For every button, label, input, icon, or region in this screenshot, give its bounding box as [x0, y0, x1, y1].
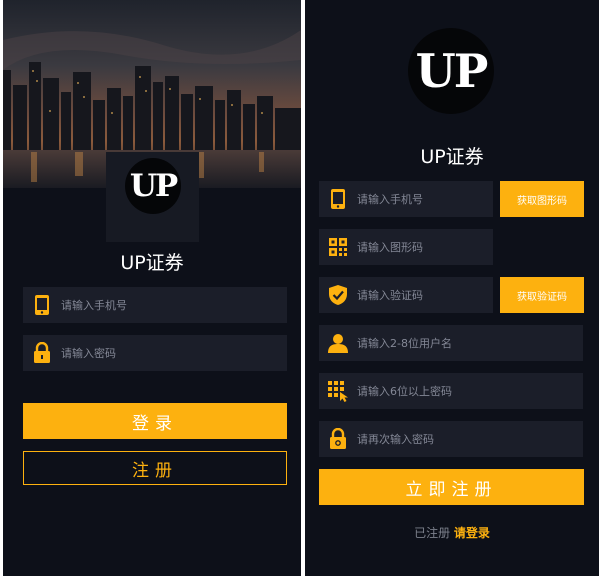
get-image-code-button[interactable]: 获取图形码: [500, 181, 584, 217]
password-input[interactable]: [61, 335, 287, 371]
shield-check-icon: [319, 277, 357, 313]
lock-icon: [319, 421, 357, 457]
username-field[interactable]: [319, 325, 583, 361]
app-logo: UP: [125, 158, 181, 214]
app-name: UP证券: [420, 146, 484, 168]
login-prompt: 已注册 请登录: [305, 524, 599, 541]
verify-code-input[interactable]: [357, 277, 493, 313]
username-input[interactable]: [357, 325, 583, 361]
register-screen: UP UP证券 获取图形码: [305, 0, 599, 576]
logo-text: UP: [415, 44, 489, 98]
keypad-icon: [319, 373, 357, 409]
phone-input[interactable]: [61, 287, 287, 323]
image-code-field[interactable]: [319, 229, 493, 265]
submit-register-button[interactable]: 立即注册: [319, 469, 584, 505]
image-code-input[interactable]: [357, 229, 493, 265]
password-input[interactable]: [357, 373, 583, 409]
phone-input[interactable]: [357, 181, 493, 217]
qr-code-icon: [319, 229, 357, 265]
password-field[interactable]: [319, 373, 583, 409]
password-field[interactable]: [23, 335, 287, 371]
confirm-password-input[interactable]: [357, 421, 583, 457]
verify-code-field[interactable]: [319, 277, 493, 313]
app-logo: UP: [408, 28, 494, 114]
footer-text: 已注册: [414, 526, 451, 540]
phone-field[interactable]: [319, 181, 493, 217]
get-verify-code-button[interactable]: 获取验证码: [500, 277, 584, 313]
logo-text: UP: [129, 168, 178, 204]
phone-icon: [23, 287, 61, 323]
app-name: UP证券: [120, 252, 184, 274]
lock-icon: [23, 335, 61, 371]
login-screen: UP UP证券 登录 注册: [3, 0, 301, 576]
phone-field[interactable]: [23, 287, 287, 323]
login-link[interactable]: 请登录: [454, 526, 490, 540]
confirm-password-field[interactable]: [319, 421, 583, 457]
register-button[interactable]: 注册: [23, 451, 287, 485]
phone-icon: [319, 181, 357, 217]
login-button[interactable]: 登录: [23, 403, 287, 439]
user-icon: [319, 325, 357, 361]
